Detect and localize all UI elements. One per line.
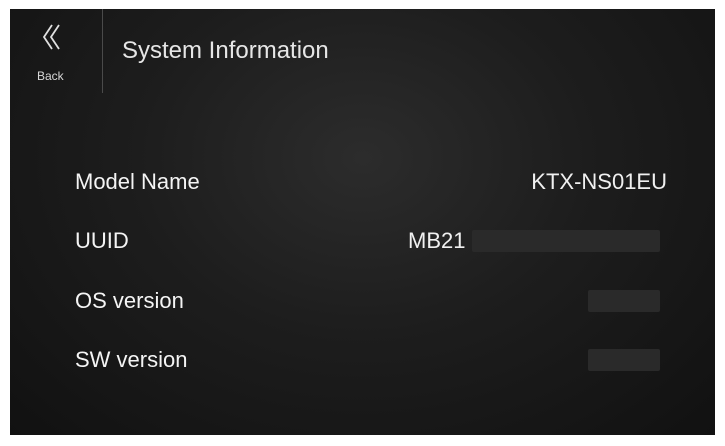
header-divider: [102, 9, 103, 93]
uuid-redacted-block: [472, 230, 660, 252]
back-label: Back: [37, 69, 64, 83]
system-info-screen: Back System Information Model Name KTX-N…: [10, 9, 715, 435]
uuid-label: UUID: [75, 228, 129, 253]
uuid-value: MB21: [408, 228, 466, 253]
sw-version-label: SW version: [75, 347, 188, 372]
sw-version-redacted-block: [588, 349, 660, 371]
os-version-label: OS version: [75, 288, 184, 313]
double-chevron-left-icon: [42, 24, 60, 50]
back-button[interactable]: Back: [10, 9, 102, 93]
model-name-label: Model Name: [75, 169, 200, 194]
page-title: System Information: [122, 37, 329, 64]
model-name-value: KTX-NS01EU: [531, 169, 667, 194]
os-version-redacted-block: [588, 290, 660, 312]
